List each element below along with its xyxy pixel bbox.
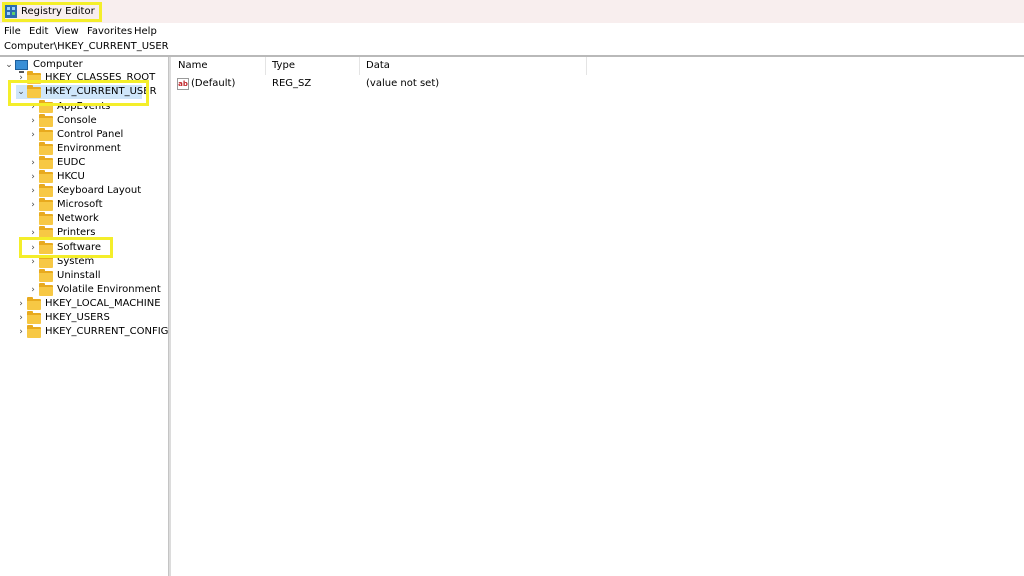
tree-pane[interactable]: ⌄ Computer › HKEY_CLASSES_ROOT ⌄ HKEY_CU…	[0, 57, 168, 576]
tree-node-label: Uninstall	[57, 270, 101, 281]
folder-icon	[27, 311, 41, 324]
folder-icon	[27, 297, 41, 310]
address-path[interactable]: Computer\HKEY_CURRENT_USER	[4, 40, 169, 54]
tree-connector	[28, 212, 38, 226]
value-data: (value not set)	[366, 78, 440, 89]
menu-help[interactable]: Help	[134, 25, 157, 38]
tree-node-keyboard-layout[interactable]: › Keyboard Layout	[28, 184, 158, 198]
column-header-data[interactable]: Data	[360, 57, 587, 75]
chevron-right-icon[interactable]: ›	[16, 311, 26, 325]
menu-favorites[interactable]: Favorites	[87, 25, 132, 38]
folder-icon	[39, 198, 53, 211]
chevron-right-icon[interactable]: ›	[28, 184, 38, 198]
tree-node-label: Control Panel	[57, 129, 124, 140]
chevron-down-icon[interactable]: ⌄	[4, 58, 14, 72]
column-header-type[interactable]: Type	[266, 57, 360, 75]
tree-node-label: HKEY_LOCAL_MACHINE	[45, 298, 161, 309]
highlight-box-software	[19, 237, 113, 258]
title-bar: Registry Editor	[0, 0, 1024, 23]
menu-view[interactable]: View	[55, 25, 79, 38]
tree-node-eudc[interactable]: › EUDC	[28, 156, 158, 170]
tree-node-label: EUDC	[57, 157, 86, 168]
tree-connector	[28, 269, 38, 283]
computer-icon	[15, 60, 28, 73]
tree-node-network[interactable]: Network	[28, 212, 158, 226]
tree-node-computer[interactable]: ⌄ Computer	[4, 58, 164, 73]
string-value-icon: ab	[177, 78, 189, 90]
tree-node-volatile-environment[interactable]: › Volatile Environment	[28, 283, 164, 297]
tree-node-label: Console	[57, 115, 97, 126]
folder-icon	[39, 170, 53, 183]
tree-node-microsoft[interactable]: › Microsoft	[28, 198, 158, 212]
tree-node-label: Computer	[33, 59, 83, 70]
menu-edit[interactable]: Edit	[29, 25, 48, 38]
tree-node-label: Volatile Environment	[57, 284, 161, 295]
chevron-right-icon[interactable]: ›	[16, 297, 26, 311]
chevron-right-icon[interactable]: ›	[28, 156, 38, 170]
folder-icon	[27, 325, 41, 338]
menu-bar: File Edit View Favorites Help	[0, 23, 1024, 39]
tree-node-label: HKCU	[57, 171, 85, 182]
folder-icon	[39, 128, 53, 141]
menu-file[interactable]: File	[4, 25, 21, 38]
folder-icon	[39, 269, 53, 282]
highlight-box-hkey-current-user	[8, 80, 149, 106]
tree-node-hkcu[interactable]: › HKCU	[28, 170, 158, 184]
tree-node-environment[interactable]: Environment	[28, 142, 158, 156]
highlight-box-title	[2, 2, 102, 22]
folder-icon	[39, 184, 53, 197]
folder-icon	[39, 212, 53, 225]
tree-node-control-panel[interactable]: › Control Panel	[28, 128, 158, 142]
chevron-right-icon[interactable]: ›	[28, 198, 38, 212]
table-row[interactable]: ab (Default) REG_SZ (value not set)	[172, 76, 592, 92]
folder-icon	[39, 283, 53, 296]
folder-icon	[39, 156, 53, 169]
tree-node-label: Keyboard Layout	[57, 185, 142, 196]
address-bar[interactable]: Computer\HKEY_CURRENT_USER	[0, 39, 1024, 55]
chevron-right-icon[interactable]: ›	[28, 170, 38, 184]
value-name: (Default)	[191, 78, 236, 89]
tree-node-label: Microsoft	[57, 199, 103, 210]
column-header-name[interactable]: Name	[172, 57, 266, 75]
folder-icon	[39, 114, 53, 127]
chevron-right-icon[interactable]: ›	[16, 325, 26, 339]
tree-node-label: Environment	[57, 143, 121, 154]
tree-node-uninstall[interactable]: Uninstall	[28, 269, 158, 283]
pane-splitter[interactable]	[168, 57, 171, 576]
tree-node-hkey-local-machine[interactable]: › HKEY_LOCAL_MACHINE	[16, 297, 164, 311]
tree-node-label: Network	[57, 213, 99, 224]
value-type: REG_SZ	[272, 78, 312, 89]
tree-connector	[28, 142, 38, 156]
folder-icon	[39, 255, 53, 268]
tree-node-label: HKEY_USERS	[45, 312, 110, 323]
chevron-right-icon[interactable]: ›	[28, 283, 38, 297]
tree-node-label: HKEY_CURRENT_CONFIG	[45, 326, 169, 337]
folder-icon	[39, 142, 53, 155]
tree-node-hkey-current-config[interactable]: › HKEY_CURRENT_CONFIG	[16, 325, 169, 339]
tree-node-console[interactable]: › Console	[28, 114, 158, 128]
chevron-right-icon[interactable]: ›	[28, 114, 38, 128]
tree-node-hkey-users[interactable]: › HKEY_USERS	[16, 311, 164, 325]
chevron-right-icon[interactable]: ›	[28, 128, 38, 142]
